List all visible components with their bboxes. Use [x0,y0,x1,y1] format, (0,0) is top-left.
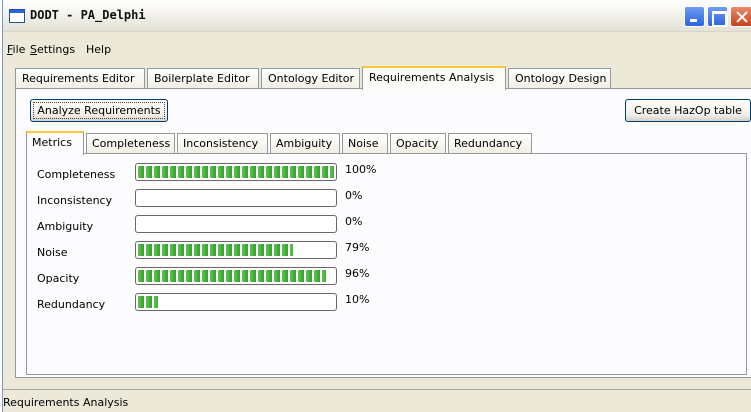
minimize-icon[interactable] [684,6,705,27]
completeness-progress-bar [135,163,337,181]
tab-ontology-design[interactable]: Ontology Design [508,68,611,89]
close-icon[interactable] [730,6,751,27]
progress-fill [138,270,326,282]
status-text: Requirements Analysis [3,396,129,409]
tab-requirements-editor[interactable]: Requirements Editor [15,68,145,89]
menu-file[interactable]: File [7,43,25,56]
metric-label: Ambiguity [37,220,94,233]
opacity-progress-bar [135,267,337,285]
redundancy-progress-bar [135,293,337,311]
tab-boilerplate-editor[interactable]: Boilerplate Editor [147,68,259,89]
tab-noise[interactable]: Noise [342,133,388,154]
app-window: DODT - PA_Delphi File Settings Help Requ… [2,0,751,412]
inconsistency-progress-bar [135,189,337,207]
menu-settings[interactable]: Settings [30,43,75,56]
tab-ambiguity[interactable]: Ambiguity [270,133,340,154]
analyze-requirements-button[interactable]: Analyze Requirements [30,99,168,122]
metric-percent: 96% [345,267,370,280]
tab-inconsistency[interactable]: Inconsistency [177,133,268,154]
metric-label: Completeness [37,168,116,181]
menu-help[interactable]: Help [86,43,111,56]
progress-fill [138,166,334,178]
tab-metrics[interactable]: Metrics [26,131,84,155]
progress-fill [138,244,293,256]
status-bar: Requirements Analysis [3,389,751,412]
window-title: DODT - PA_Delphi [30,8,146,22]
title-bar[interactable]: DODT - PA_Delphi [3,0,751,32]
tab-ontology-editor[interactable]: Ontology Editor [261,68,360,89]
metric-percent: 100% [345,163,377,176]
requirements-analysis-panel: Analyze Requirements Create HazOp table … [15,88,751,378]
metric-percent: 79% [345,241,370,254]
metrics-panel: Completeness 100% Inconsistency 0% Ambig… [26,153,747,375]
menu-bar: File Settings Help [3,40,751,60]
progress-fill [138,296,158,308]
tab-requirements-analysis[interactable]: Requirements Analysis [362,66,506,90]
tab-completeness[interactable]: Completeness [86,133,175,154]
metric-label: Redundancy [37,298,106,311]
metric-percent: 10% [345,293,370,306]
metric-percent: 0% [345,189,363,202]
tab-redundancy[interactable]: Redundancy [448,133,532,154]
create-hazop-table-button[interactable]: Create HazOp table [625,99,751,122]
maximize-icon[interactable] [707,6,728,27]
metric-label: Inconsistency [37,194,113,207]
ambiguity-progress-bar [135,215,337,233]
app-window-icon [9,9,25,23]
metric-percent: 0% [345,215,363,228]
tab-opacity[interactable]: Opacity [390,133,446,154]
metric-label: Noise [37,246,68,259]
metric-label: Opacity [37,272,80,285]
noise-progress-bar [135,241,337,259]
